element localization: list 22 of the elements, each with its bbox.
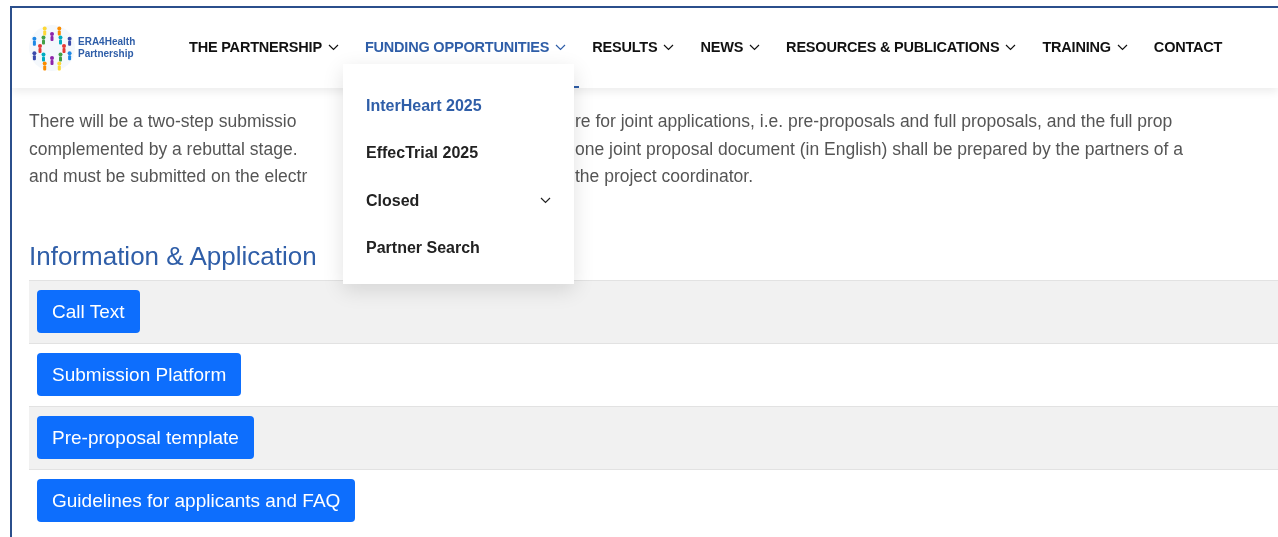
- logo-icon[interactable]: [28, 24, 76, 72]
- menu-item[interactable]: Closed: [343, 177, 574, 225]
- paragraph-text: the project coordinator.: [575, 165, 754, 188]
- link-button[interactable]: Call Text: [37, 290, 140, 333]
- nav-link[interactable]: RESOURCES & PUBLICATIONS: [773, 8, 1030, 88]
- logo-text: ERA4Health: [78, 36, 136, 48]
- menu-item[interactable]: EffecTrial 2025: [343, 129, 574, 177]
- paragraph-text: There will be a two-step submissio: [29, 110, 297, 133]
- link-button[interactable]: Submission Platform: [37, 353, 242, 396]
- paragraph-text: complemented by a rebuttal stage.: [29, 137, 298, 161]
- menu-item[interactable]: Partner Search: [343, 224, 574, 272]
- paragraph-text: one joint proposal document (in English) shall be prepared by the partners of a: [575, 137, 1183, 161]
- paragraph-text: re for joint applications, i.e. pre-proposals and full proposals, and the full prop: [575, 110, 1173, 133]
- link-button[interactable]: Pre-proposal template: [37, 416, 254, 459]
- logo-text: Partnership: [78, 48, 135, 60]
- nav-link[interactable]: CONTACT: [1140, 8, 1236, 88]
- section-heading: Information & Application: [29, 240, 317, 272]
- nav-link[interactable]: NEWS: [687, 8, 774, 88]
- link-button[interactable]: Guidelines for applicants and FAQ: [37, 479, 356, 522]
- nav-link[interactable]: TRAINING: [1029, 8, 1141, 88]
- nav-link[interactable]: RESULTS: [579, 8, 688, 88]
- paragraph-text: and must be submitted on the electr: [29, 165, 308, 188]
